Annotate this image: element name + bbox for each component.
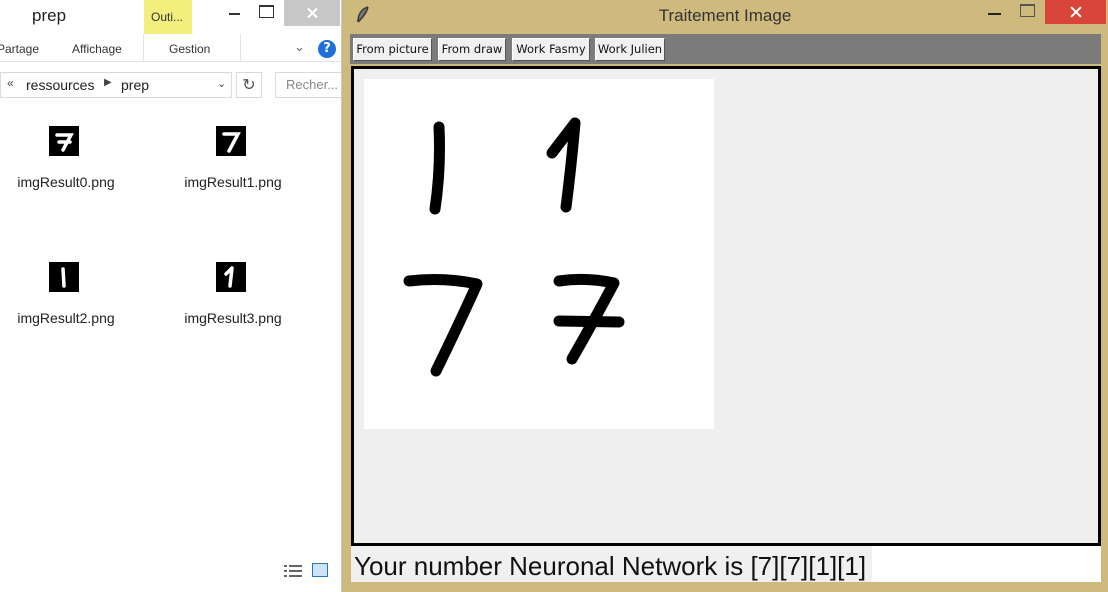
address-overflow-icon[interactable]: « <box>7 76 14 90</box>
ribbon-tabs: Partage Affichage Gestion ⌄ <box>0 34 341 62</box>
from-draw-button[interactable]: From draw <box>438 38 506 61</box>
ribbon-divider <box>143 34 144 62</box>
file-name: imgResult3.png <box>184 310 282 326</box>
tk-feather-icon <box>356 6 370 24</box>
work-fasmy-button[interactable]: Work Fasmy <box>512 38 590 61</box>
result-bar: Your number Neuronal Network is [7][7][1… <box>351 546 1101 582</box>
image-canvas[interactable] <box>351 66 1101 546</box>
file-item[interactable]: imgResult3.png <box>158 260 308 340</box>
image-thumbnail-icon <box>49 126 79 156</box>
image-thumbnail-icon <box>216 126 246 156</box>
minimize-button[interactable] <box>220 0 250 26</box>
tab-affichage[interactable]: Affichage <box>72 42 122 56</box>
maximize-button[interactable] <box>1018 0 1048 22</box>
close-button[interactable] <box>284 0 340 26</box>
breadcrumb-prep[interactable]: prep <box>121 77 149 93</box>
help-icon[interactable]: ? <box>318 40 336 58</box>
ribbon-context-tab[interactable]: Outi... <box>144 0 192 34</box>
digit-one-stroke <box>546 117 581 213</box>
large-icons-view-icon[interactable] <box>312 563 328 577</box>
breadcrumb-separator-icon[interactable]: ▶ <box>104 77 112 88</box>
work-julien-button[interactable]: Work Julien <box>595 38 665 61</box>
file-name: imgResult0.png <box>17 174 115 190</box>
breadcrumb-ressources[interactable]: ressources <box>26 77 94 93</box>
search-input[interactable]: Recher... <box>275 72 341 98</box>
close-button[interactable] <box>1045 0 1106 24</box>
toolbar: From picture From draw Work Fasmy Work J… <box>350 34 1101 64</box>
tab-partage[interactable]: Partage <box>0 42 39 56</box>
expand-ribbon-chevron-icon[interactable]: ⌄ <box>294 40 308 54</box>
refresh-icon[interactable]: ↻ <box>236 72 262 98</box>
explorer-title: prep <box>32 6 67 25</box>
address-bar[interactable]: « ressources ▶ prep ⌄ <box>0 72 232 98</box>
explorer-titlebar[interactable]: prep Outi... <box>0 0 341 34</box>
tab-gestion[interactable]: Gestion <box>169 42 210 56</box>
maximize-button[interactable] <box>252 0 282 26</box>
file-name: imgResult2.png <box>17 310 115 326</box>
address-dropdown-icon[interactable]: ⌄ <box>217 77 226 90</box>
digit-seven-stroke <box>403 274 483 377</box>
minimize-button[interactable] <box>982 0 1012 22</box>
image-thumbnail-icon <box>216 262 246 292</box>
drawing-area[interactable] <box>364 79 714 429</box>
details-view-icon[interactable] <box>284 563 302 577</box>
from-picture-button[interactable]: From picture <box>353 38 432 61</box>
result-label: Your number Neuronal Network is [7][7][1… <box>351 546 873 582</box>
file-item[interactable]: imgResult1.png <box>158 124 308 204</box>
traitement-image-window: Traitement Image From picture From draw … <box>342 0 1108 592</box>
file-explorer-window: prep Outi... Partage Affichage Gestion ⌄… <box>0 0 342 592</box>
image-thumbnail-icon <box>49 262 79 292</box>
file-item[interactable]: imgResult0.png <box>0 124 141 204</box>
file-item[interactable]: imgResult2.png <box>0 260 141 340</box>
file-name: imgResult1.png <box>184 174 282 190</box>
digit-seven-crossbar <box>553 315 625 328</box>
ribbon-divider <box>240 34 241 62</box>
digit-one-stroke <box>429 121 445 215</box>
